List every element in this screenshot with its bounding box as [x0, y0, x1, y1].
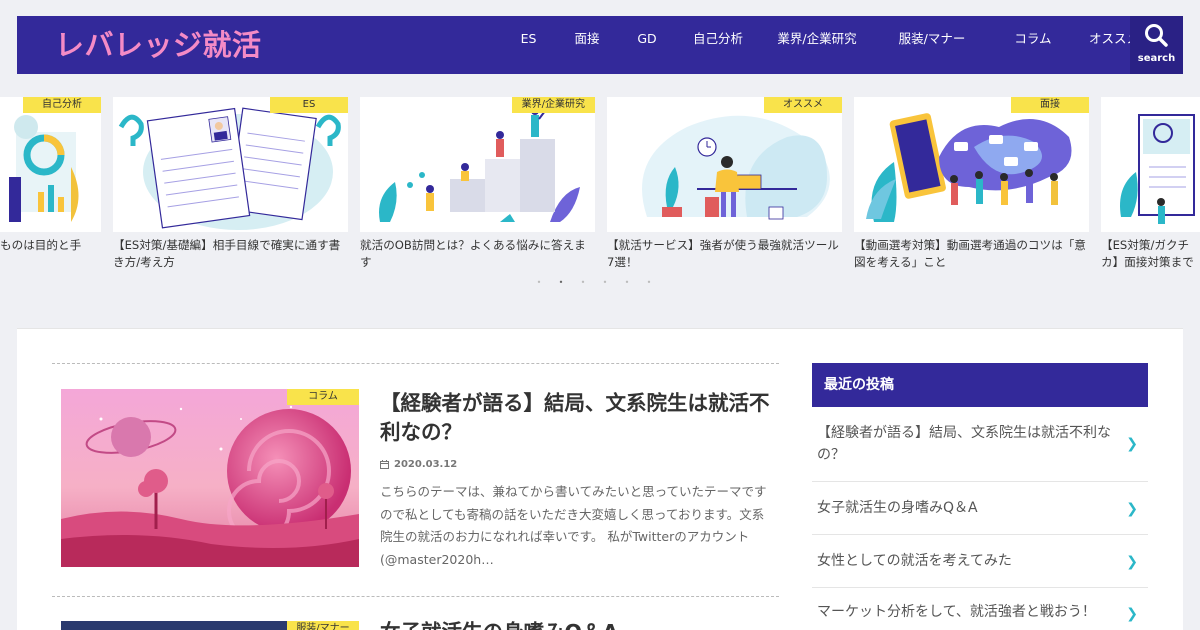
card-thumbnail: オススメ [607, 97, 842, 232]
carousel-dot[interactable]: • [645, 276, 653, 290]
card-title[interactable]: 【就活サービス】強者が使う最強就活ツール7選！ [607, 237, 842, 271]
post-title[interactable]: 【経験者が語る】結局、文系院生は就活不利なの？ [380, 389, 770, 447]
card-thumbnail: ES [113, 97, 348, 232]
sidebar-item-label: 【経験者が語る】結局、文系院生は就活不利なの？ [817, 425, 1111, 463]
card-thumbnail: 面接 [854, 97, 1089, 232]
card-category-tag[interactable]: 自己分析 [23, 97, 101, 113]
post-title[interactable]: 女子就活生の身嗜みQ＆A [380, 618, 770, 630]
search-button[interactable]: search [1130, 16, 1183, 74]
carousel-card[interactable]: 【ES対策/ガクチカ】面接対策まで網 [1101, 97, 1200, 277]
post-thumbnail[interactable]: コラム [61, 389, 359, 567]
carousel-card[interactable]: 業界/企業研究 就活のOB訪問とは？よくある悩みに答えます [360, 97, 595, 277]
post-excerpt: こちらのテーマは、兼ねてから書いてみたいと思っていたテーマですので私としても寄稿… [380, 484, 767, 567]
search-icon [1145, 24, 1168, 47]
card-category-tag[interactable]: 面接 [1011, 97, 1089, 113]
nav-item-dress-manners[interactable]: 服装/マナー [871, 16, 993, 74]
chevron-right-icon: ❯ [1126, 436, 1138, 452]
card-category-tag[interactable]: オススメ [764, 97, 842, 113]
carousel-card[interactable]: オススメ 【就活サービス】強者が使う最強就活ツール7選！ [607, 97, 842, 277]
carousel-card[interactable]: 面接 【動画選考対策】動画選考通過のコツは「意図を考える」こと [854, 97, 1089, 277]
sidebar-item-label: マーケット分析をして、就活強者と戦おう！ [817, 604, 1096, 620]
card-title[interactable]: 就活のOB訪問とは？よくある悩みに答えます [360, 237, 595, 271]
card-title[interactable]: 【ES対策/基礎編】相手目線で確実に通す書き方/考え方 [113, 237, 348, 271]
calendar-icon [380, 460, 389, 469]
post-divider [52, 596, 779, 597]
card-title[interactable]: 【ES対策/ガクチカ】面接対策まで網 [1101, 237, 1200, 271]
post-category-tag[interactable]: 服装/マナー [287, 621, 359, 630]
carousel-dot[interactable]: • [601, 276, 609, 290]
carousel-card[interactable]: ES 【ES対策/基礎編】相手目線で確実に通す書き方/考え方 [113, 97, 348, 277]
card-category-tag[interactable]: 業界/企業研究 [511, 97, 595, 113]
search-label: search [1137, 53, 1176, 64]
card-thumbnail [1101, 97, 1200, 232]
card-thumbnail: 業界/企業研究 [360, 97, 595, 232]
chevron-right-icon: ❯ [1126, 554, 1138, 570]
nav-item-self-analysis[interactable]: 自己分析 [673, 16, 763, 74]
sidebar-item-label: 女性としての就活を考えてみた [817, 553, 1012, 569]
post-thumbnail[interactable]: 服装/マナー [61, 621, 359, 630]
site-logo[interactable]: レバレッジ就活 [55, 25, 262, 65]
post-date: 2020.03.12 [380, 459, 457, 470]
post-category-tag[interactable]: コラム [287, 389, 359, 405]
nav-item-industry-research[interactable]: 業界/企業研究 [763, 16, 871, 74]
chevron-right-icon: ❯ [1126, 501, 1138, 517]
chevron-right-icon: ❯ [1126, 606, 1138, 622]
carousel-card[interactable]: 自己分析 ものは目的と手 [0, 97, 101, 277]
sidebar-recent-post-item[interactable]: 【経験者が語る】結局、文系院生は就活不利なの？ ❯ [812, 407, 1148, 482]
carousel-pagination: • • • • • • [535, 276, 653, 290]
sidebar-recent-post-item[interactable]: 女性としての就活を考えてみた ❯ [812, 535, 1148, 588]
featured-carousel: 自己分析 ものは目的と手 ES 【ES対策/基礎編】相手目線で確実に通す書き方/… [0, 97, 1200, 277]
carousel-dot[interactable]: • [623, 276, 631, 290]
card-title[interactable]: 【動画選考対策】動画選考通過のコツは「意図を考える」こと [854, 237, 1089, 271]
sidebar-heading-recent-posts: 最近の投稿 [812, 363, 1148, 407]
carousel-dot[interactable]: • [579, 276, 587, 290]
nav-item-es[interactable]: ES [504, 16, 553, 74]
card-category-tag[interactable]: ES [270, 97, 348, 113]
sidebar-recent-post-item[interactable]: 女子就活生の身嗜みQ＆A ❯ [812, 482, 1148, 535]
site-header: レバレッジ就活 ES 面接 GD 自己分析 業界/企業研究 服装/マナー コラム… [17, 16, 1183, 74]
carousel-dot[interactable]: • [535, 276, 543, 290]
carousel-dot-active[interactable]: • [557, 276, 565, 290]
nav-item-column[interactable]: コラム [993, 16, 1073, 74]
card-thumbnail: 自己分析 [0, 97, 101, 232]
sidebar-recent-post-item[interactable]: マーケット分析をして、就活強者と戦おう！ ❯ [812, 588, 1148, 630]
post-date-text: 2020.03.12 [394, 459, 458, 470]
card-title[interactable]: ものは目的と手 [0, 237, 101, 254]
global-nav: ES 面接 GD 自己分析 業界/企業研究 服装/マナー コラム オススメ [504, 16, 1155, 74]
sidebar-item-label: 女子就活生の身嗜みQ＆A [817, 500, 978, 516]
post-divider [52, 363, 779, 364]
nav-item-interview[interactable]: 面接 [553, 16, 621, 74]
nav-item-gd[interactable]: GD [621, 16, 673, 74]
post-title-text: 女子就活生の身嗜みQ＆A [380, 618, 770, 630]
